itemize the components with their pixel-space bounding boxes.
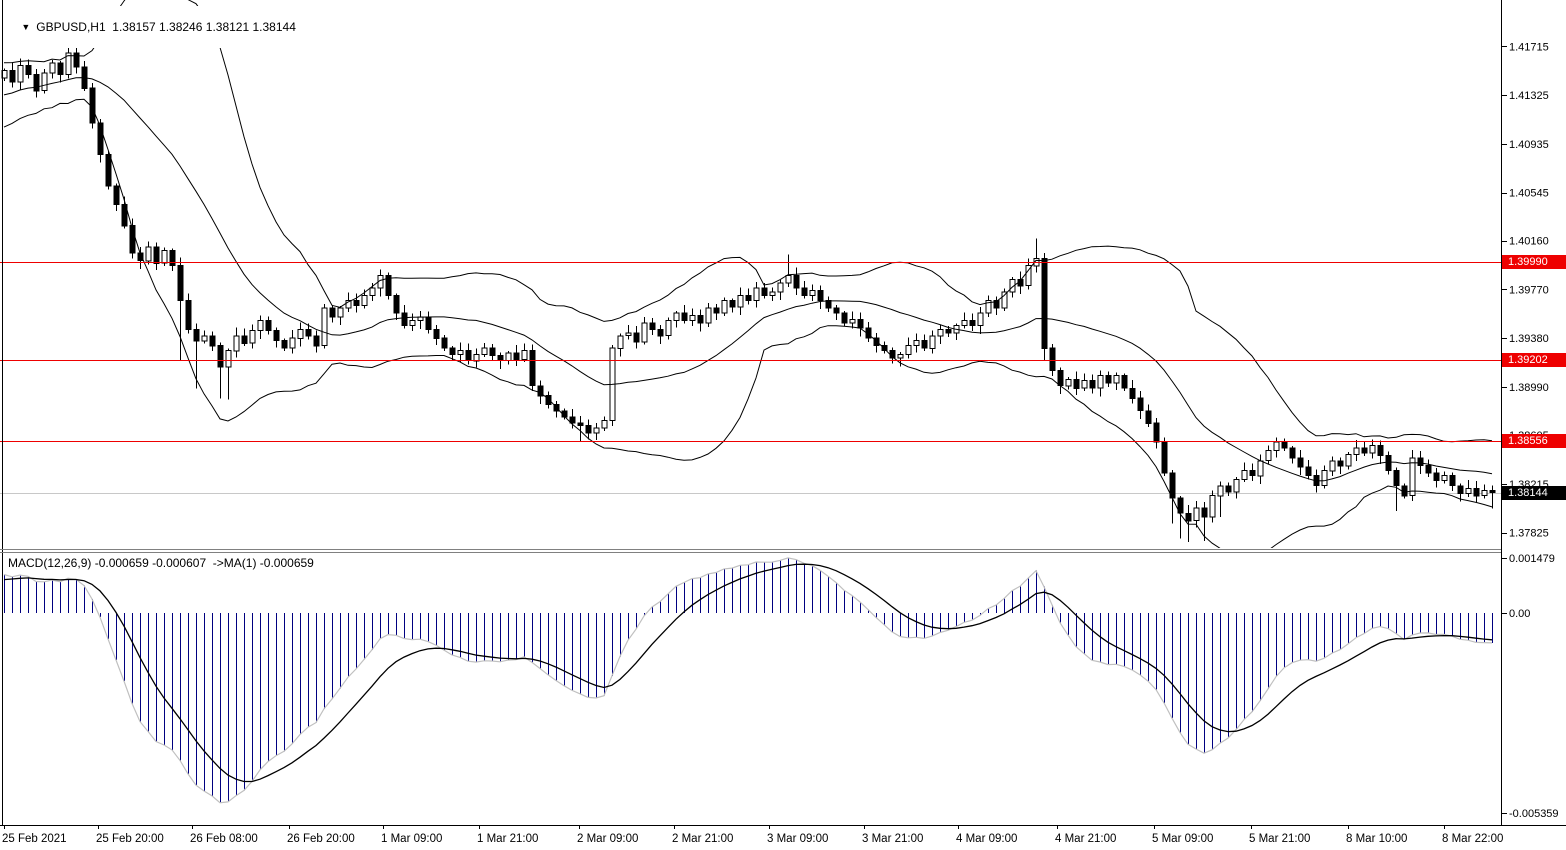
svg-text:1 Mar 09:00: 1 Mar 09:00 [381, 833, 442, 845]
current-price-badge: 1.38144 [1502, 486, 1566, 500]
svg-text:1.39380: 1.39380 [1509, 333, 1549, 345]
ohlc-low: 1.38121 [206, 20, 249, 34]
chart-header: ▼ GBPUSD,H1 1.38157 1.38246 1.38121 1.381… [6, 6, 298, 48]
svg-text:25 Feb 20:00: 25 Feb 20:00 [96, 833, 164, 845]
macd-indicator-label: MACD(12,26,9) -0.000659 -0.000607 ->MA(1… [6, 556, 316, 570]
svg-text:8 Mar 10:00: 8 Mar 10:00 [1346, 833, 1407, 845]
svg-text:5 Mar 09:00: 5 Mar 09:00 [1152, 833, 1213, 845]
price-level-badge-1: 1.39202 [1502, 353, 1566, 367]
ohlc-open: 1.38157 [112, 20, 155, 34]
svg-text:1 Mar 21:00: 1 Mar 21:00 [477, 833, 538, 845]
svg-text:26 Feb 20:00: 26 Feb 20:00 [287, 833, 355, 845]
price-level-badge-2: 1.38556 [1502, 434, 1566, 448]
chart-window: 1.41715 1.41325 1.40935 1.40545 1.40160 1.397… [0, 0, 1566, 850]
symbol-period-label: GBPUSD,H1 [36, 20, 105, 34]
svg-text:1.40935: 1.40935 [1509, 139, 1549, 151]
svg-text:1.41325: 1.41325 [1509, 90, 1549, 102]
price-chart-canvas[interactable]: 1.41715 1.41325 1.40935 1.40545 1.40160 1.397… [0, 0, 1566, 850]
symbol-dropdown-icon[interactable]: ▼ [21, 22, 30, 32]
ohlc-high: 1.38246 [159, 20, 202, 34]
svg-text:25 Feb 2021: 25 Feb 2021 [2, 833, 67, 845]
pane-separator-top[interactable] [0, 549, 1501, 550]
svg-text:1.37825: 1.37825 [1509, 528, 1549, 540]
svg-text:1.40160: 1.40160 [1509, 236, 1549, 248]
svg-text:2 Mar 09:00: 2 Mar 09:00 [577, 833, 638, 845]
svg-text:4 Mar 21:00: 4 Mar 21:00 [1055, 833, 1116, 845]
pane-separator-bottom[interactable] [0, 552, 1501, 553]
svg-text:26 Feb 08:00: 26 Feb 08:00 [190, 833, 258, 845]
svg-text:0.001479: 0.001479 [1509, 553, 1555, 565]
svg-text:1.39770: 1.39770 [1509, 285, 1549, 297]
svg-text:5 Mar 21:00: 5 Mar 21:00 [1249, 833, 1310, 845]
svg-text:2 Mar 21:00: 2 Mar 21:00 [672, 833, 733, 845]
svg-text:1.38990: 1.38990 [1509, 382, 1549, 394]
svg-text:3 Mar 09:00: 3 Mar 09:00 [767, 833, 828, 845]
svg-text:1.40545: 1.40545 [1509, 188, 1549, 200]
svg-text:3 Mar 21:00: 3 Mar 21:00 [862, 833, 923, 845]
ohlc-close: 1.38144 [253, 20, 296, 34]
svg-text:-0.005359: -0.005359 [1509, 808, 1559, 820]
price-level-badge-0: 1.39990 [1502, 255, 1566, 269]
svg-text:4 Mar 09:00: 4 Mar 09:00 [956, 833, 1017, 845]
svg-text:1.41715: 1.41715 [1509, 41, 1549, 53]
svg-text:0.00: 0.00 [1509, 608, 1530, 620]
svg-text:8 Mar 22:00: 8 Mar 22:00 [1442, 833, 1503, 845]
